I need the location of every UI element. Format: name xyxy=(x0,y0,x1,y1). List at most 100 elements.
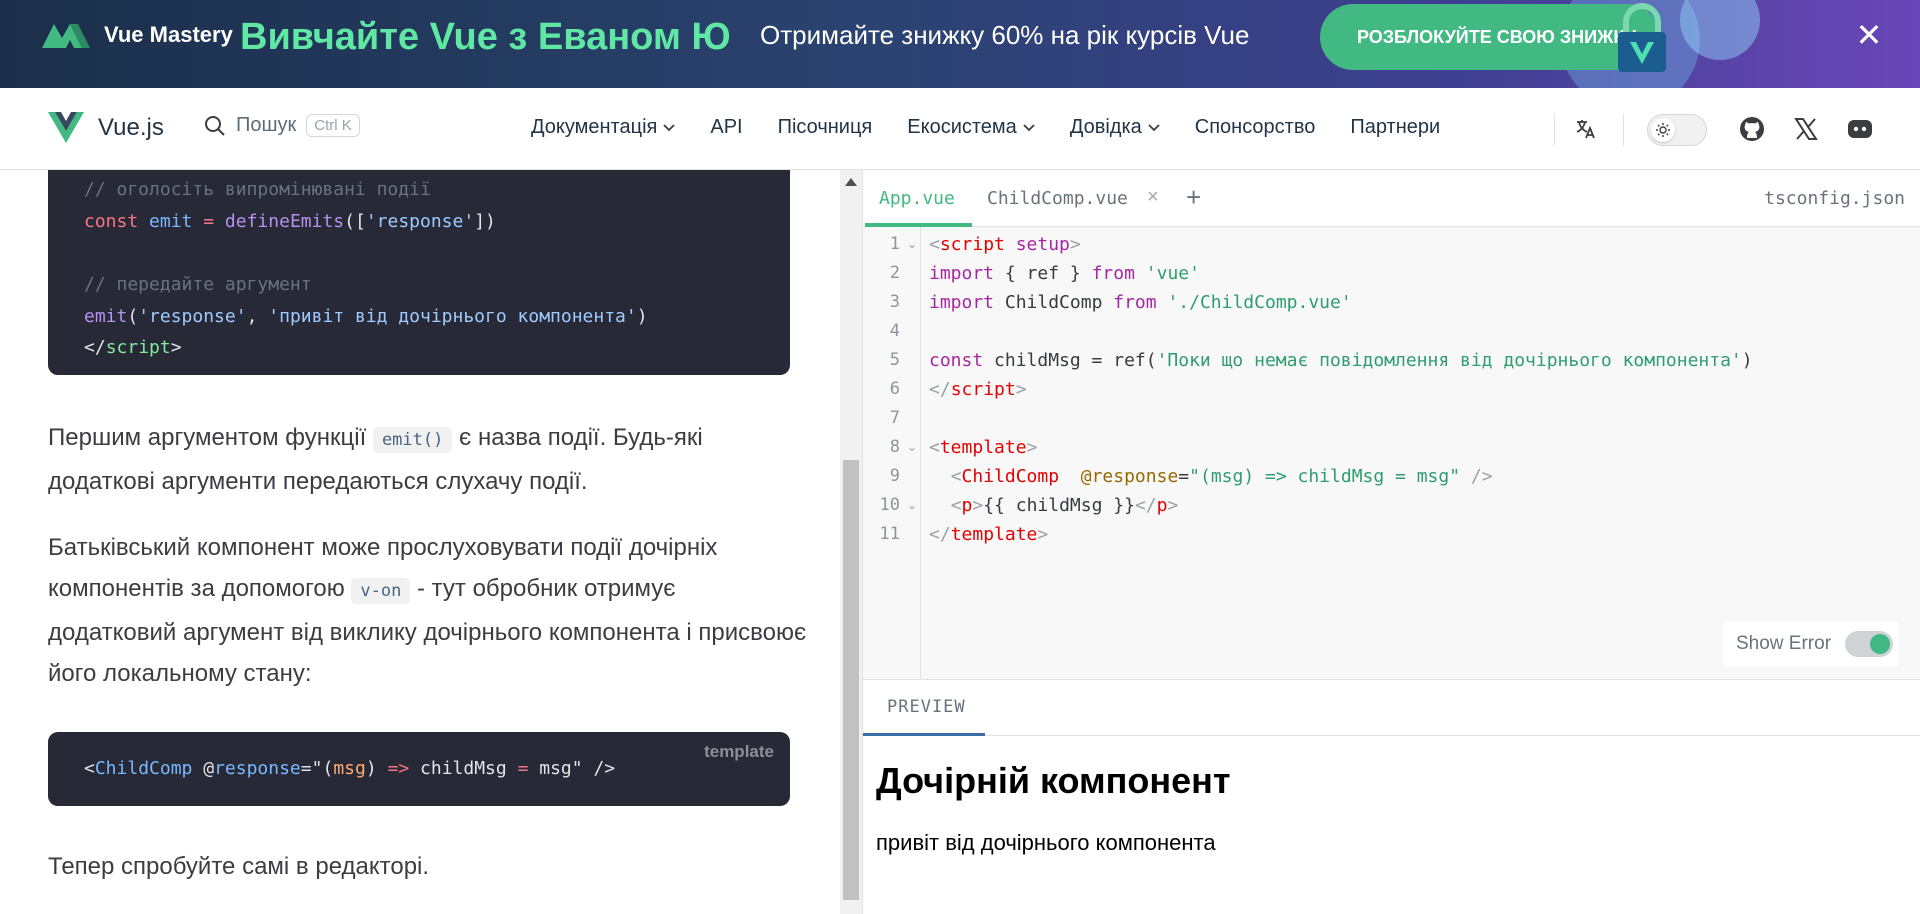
code-token: "(msg) => childMsg = msg" xyxy=(1189,466,1461,487)
code-token: ChildComp xyxy=(994,292,1114,313)
nav-item-label: Спонсорство xyxy=(1194,116,1316,138)
code-token: emit xyxy=(149,211,193,232)
code-token: /> xyxy=(1460,466,1493,487)
code-line: <p>{{ childMsg }}</p> xyxy=(929,491,1179,520)
code-token: template xyxy=(939,437,1027,458)
tab-preview[interactable]: PREVIEW xyxy=(887,697,966,717)
nav-item-docs[interactable]: Документація xyxy=(531,116,675,139)
line-number: 4 xyxy=(889,321,900,341)
code-token: const xyxy=(84,211,139,232)
chevron-down-icon xyxy=(1023,123,1035,131)
show-error-toggle[interactable]: Show Error xyxy=(1723,621,1899,667)
fold-icon[interactable]: ⌄ xyxy=(907,433,917,462)
line-number: 2 xyxy=(889,263,900,283)
code-token: > xyxy=(1069,234,1081,255)
code-token: </ xyxy=(1134,495,1157,516)
tutorial-content: // оголосіть випромінювані події const e… xyxy=(0,170,840,914)
code-token: template xyxy=(950,524,1038,545)
close-tab-icon[interactable]: × xyxy=(1147,186,1159,209)
fold-icon[interactable]: ⌄ xyxy=(907,230,917,259)
code-lang-label: template xyxy=(704,742,774,761)
code-token: 'response' xyxy=(138,306,247,327)
promo-banner: Vue Mastery Вивчайте Vue з Еваном Ю Отри… xyxy=(0,0,1920,88)
unlock-discount-button[interactable]: РОЗБЛОКУЙТЕ СВОЮ ЗНИЖКУ xyxy=(1320,4,1660,70)
code-token: 'Поки що немає повідомлення від дочірньо… xyxy=(1156,350,1742,371)
code-token: setup xyxy=(1004,234,1070,255)
code-token: msg xyxy=(333,758,366,779)
scrollbar-thumb[interactable] xyxy=(843,460,859,900)
paragraph-text: Першим аргументом функції xyxy=(48,424,373,451)
inline-code: v-on xyxy=(351,578,411,604)
preview-tabs: PREVIEW xyxy=(863,679,1920,737)
code-token: > xyxy=(972,495,984,516)
code-token: ]) xyxy=(474,211,496,232)
x-twitter-icon[interactable] xyxy=(1792,115,1820,143)
tab-childcomp-vue[interactable]: ChildComp.vue xyxy=(987,188,1128,209)
code-editor[interactable]: 1 ⌄ 2 3 4 5 6 7 8 ⌄ 9 10 ⌄ 11 <script se… xyxy=(863,227,1920,679)
vue-logo-icon xyxy=(48,112,84,143)
nav-item-partners[interactable]: Партнери xyxy=(1350,116,1440,139)
code-line: <script setup> xyxy=(929,230,1081,259)
vue-mastery-logo-icon xyxy=(42,24,90,48)
code-token: from xyxy=(1113,292,1157,313)
nav-item-ecosystem[interactable]: Екосистема xyxy=(907,116,1035,139)
translate-icon[interactable] xyxy=(1572,115,1600,143)
code-token: 'response' xyxy=(365,211,475,232)
code-token: </ xyxy=(929,379,951,400)
brand-name: Vue.js xyxy=(98,114,164,141)
show-error-label: Show Error xyxy=(1736,633,1832,654)
nav-item-label: Документація xyxy=(531,116,658,138)
fold-icon[interactable]: ⌄ xyxy=(907,491,917,520)
code-token: ) xyxy=(636,306,648,327)
code-comment: // оголосіть випромінювані події xyxy=(84,179,431,200)
add-file-button[interactable]: + xyxy=(1186,182,1201,213)
nav-item-sponsor[interactable]: Спонсорство xyxy=(1195,116,1316,139)
nav-item-api[interactable]: API xyxy=(710,116,742,139)
chevron-down-icon xyxy=(663,123,675,131)
code-token: "( xyxy=(311,758,334,779)
nav-item-label: Партнери xyxy=(1350,116,1441,138)
discord-icon[interactable] xyxy=(1846,115,1874,143)
nav-item-label: Довідка xyxy=(1069,116,1142,138)
preview-heading: Дочірній компонент xyxy=(876,760,1231,801)
code-token: @ xyxy=(203,758,215,779)
code-line: <template> xyxy=(929,433,1037,462)
vue-mastery-logo[interactable]: Vue Mastery xyxy=(40,20,233,50)
site-brand[interactable]: Vue.js xyxy=(48,112,164,144)
close-banner-button[interactable]: ✕ xyxy=(1854,19,1884,51)
code-token: ) xyxy=(1741,350,1753,371)
code-token: childMsg = ref( xyxy=(983,350,1157,371)
chevron-down-icon xyxy=(1148,123,1160,131)
code-token: > xyxy=(1167,495,1179,516)
code-line: const childMsg = ref('Поки що немає пові… xyxy=(929,346,1753,375)
nav-divider xyxy=(1554,114,1555,146)
toggle-switch[interactable] xyxy=(1845,631,1894,657)
code-token: script xyxy=(950,379,1016,400)
code-block-template: template <ChildComp @response="(msg) => … xyxy=(48,732,790,806)
line-number: 10 xyxy=(879,495,900,515)
banner-headline[interactable]: Вивчайте Vue з Еваном Ю xyxy=(240,16,731,59)
search-button[interactable]: Пошук Ctrl K xyxy=(204,114,360,137)
line-number: 1 xyxy=(889,234,900,254)
code-token: < xyxy=(929,234,940,255)
nav-item-about[interactable]: Довідка xyxy=(1070,116,1160,139)
nav-menu: Документація API Пісочниця Екосистема До… xyxy=(531,116,1475,139)
code-token: './ChildComp.vue' xyxy=(1156,292,1352,313)
theme-toggle[interactable] xyxy=(1647,114,1707,146)
code-token: " xyxy=(571,758,583,779)
scroll-up-arrow[interactable] xyxy=(845,178,857,186)
tab-app-vue[interactable]: App.vue xyxy=(879,188,955,209)
code-token: {{ childMsg }} xyxy=(983,495,1135,516)
nav-item-label: Пісочниця xyxy=(777,116,873,138)
tab-tsconfig[interactable]: tsconfig.json xyxy=(1764,188,1905,209)
line-number: 7 xyxy=(889,408,900,428)
code-token: < xyxy=(950,466,962,487)
code-token: ChildComp xyxy=(94,758,193,779)
search-label: Пошук xyxy=(236,114,297,136)
banner-offer: Отримайте знижку 60% на рік курсів Vue xyxy=(760,20,1250,50)
github-icon[interactable] xyxy=(1738,115,1766,143)
nav-item-playground[interactable]: Пісочниця xyxy=(778,116,873,139)
vue-mastery-logo-text: Vue Mastery xyxy=(104,22,233,47)
